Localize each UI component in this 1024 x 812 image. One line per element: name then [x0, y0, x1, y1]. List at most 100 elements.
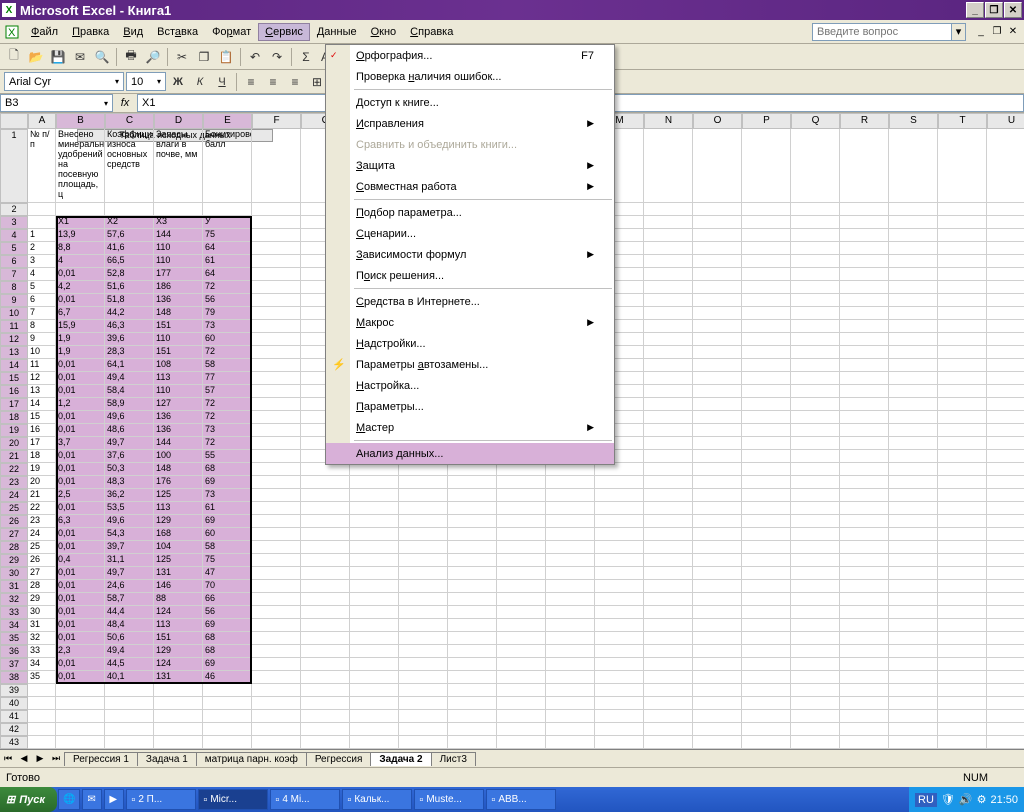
cell[interactable]	[791, 580, 840, 593]
cell[interactable]	[742, 255, 791, 268]
cell[interactable]	[742, 437, 791, 450]
cell[interactable]	[252, 619, 301, 632]
cell[interactable]	[791, 528, 840, 541]
cell[interactable]	[546, 645, 595, 658]
cell[interactable]	[938, 242, 987, 255]
cell[interactable]	[987, 736, 1024, 749]
cell[interactable]	[889, 658, 938, 671]
cell[interactable]	[644, 567, 693, 580]
cell[interactable]	[987, 684, 1024, 697]
cell[interactable]	[105, 710, 154, 723]
cell[interactable]	[791, 541, 840, 554]
cell[interactable]	[448, 580, 497, 593]
cell[interactable]	[938, 229, 987, 242]
cell[interactable]	[742, 554, 791, 567]
cell[interactable]	[644, 411, 693, 424]
cell[interactable]	[546, 515, 595, 528]
row-header[interactable]: 37	[0, 658, 28, 671]
cell[interactable]: 51,6	[105, 281, 154, 294]
cell[interactable]: 46	[203, 671, 252, 684]
cell[interactable]	[301, 515, 350, 528]
cell[interactable]	[938, 372, 987, 385]
cell[interactable]: 110	[154, 333, 203, 346]
cell[interactable]: 72	[203, 346, 252, 359]
cell[interactable]: 127	[154, 398, 203, 411]
cell[interactable]	[399, 723, 448, 736]
row-header[interactable]: 21	[0, 450, 28, 463]
cell[interactable]	[742, 203, 791, 216]
cell[interactable]	[840, 294, 889, 307]
cell[interactable]	[252, 671, 301, 684]
cell[interactable]	[301, 502, 350, 515]
cell[interactable]	[497, 528, 546, 541]
cell[interactable]: 144	[154, 437, 203, 450]
cell[interactable]	[693, 346, 742, 359]
cell[interactable]: 151	[154, 632, 203, 645]
cell[interactable]	[252, 437, 301, 450]
doc-restore[interactable]: ❐	[990, 25, 1004, 39]
merge-icon[interactable]: ⊞	[307, 72, 327, 92]
cell[interactable]	[987, 463, 1024, 476]
menu-сервис[interactable]: Сервис	[258, 23, 310, 41]
col-header[interactable]: F	[252, 113, 301, 129]
cell[interactable]	[154, 203, 203, 216]
cell[interactable]	[742, 528, 791, 541]
cell[interactable]: 148	[154, 463, 203, 476]
row-header[interactable]: 24	[0, 489, 28, 502]
cell[interactable]	[497, 541, 546, 554]
cell[interactable]: 13	[28, 385, 56, 398]
cell[interactable]	[252, 476, 301, 489]
cell[interactable]: 8,8	[56, 242, 105, 255]
cell[interactable]	[399, 528, 448, 541]
menu-item[interactable]: Параметры...	[326, 396, 614, 417]
cell[interactable]: 18	[28, 450, 56, 463]
cell[interactable]	[742, 242, 791, 255]
cell[interactable]: 17	[28, 437, 56, 450]
cell[interactable]	[889, 619, 938, 632]
cell[interactable]	[791, 255, 840, 268]
cell[interactable]	[791, 229, 840, 242]
cell[interactable]	[252, 645, 301, 658]
cell[interactable]: 108	[154, 359, 203, 372]
cell[interactable]	[252, 216, 301, 229]
cell[interactable]	[448, 671, 497, 684]
cell[interactable]	[889, 541, 938, 554]
cell[interactable]	[252, 736, 301, 749]
cell[interactable]	[252, 723, 301, 736]
cell[interactable]	[840, 554, 889, 567]
cell[interactable]	[252, 268, 301, 281]
cell[interactable]	[987, 424, 1024, 437]
cell[interactable]	[889, 645, 938, 658]
cell[interactable]	[742, 411, 791, 424]
cell[interactable]	[938, 268, 987, 281]
cell[interactable]	[889, 385, 938, 398]
cell[interactable]: 21	[28, 489, 56, 502]
cell[interactable]: 79	[203, 307, 252, 320]
cell[interactable]: 0,01	[56, 502, 105, 515]
cell[interactable]	[889, 476, 938, 489]
cell[interactable]	[791, 242, 840, 255]
cell[interactable]: 113	[154, 502, 203, 515]
cell[interactable]	[644, 723, 693, 736]
menu-item[interactable]: Анализ данных...	[326, 443, 614, 464]
align-right-icon[interactable]: ≡	[285, 72, 305, 92]
cell[interactable]: 34	[28, 658, 56, 671]
cell[interactable]: 12	[28, 372, 56, 385]
cell[interactable]	[938, 294, 987, 307]
cell[interactable]	[987, 489, 1024, 502]
cell[interactable]	[252, 658, 301, 671]
cell[interactable]	[987, 320, 1024, 333]
sum-icon[interactable]: Σ	[296, 47, 316, 67]
cell[interactable]	[938, 502, 987, 515]
cell[interactable]	[693, 632, 742, 645]
cell[interactable]: 176	[154, 476, 203, 489]
cell[interactable]: 57	[203, 385, 252, 398]
row-header[interactable]: 9	[0, 294, 28, 307]
cell[interactable]	[791, 411, 840, 424]
cell[interactable]: 0,01	[56, 541, 105, 554]
cell[interactable]	[938, 606, 987, 619]
col-header[interactable]: Q	[791, 113, 840, 129]
col-header[interactable]: O	[693, 113, 742, 129]
cell[interactable]	[791, 320, 840, 333]
cell[interactable]	[938, 411, 987, 424]
